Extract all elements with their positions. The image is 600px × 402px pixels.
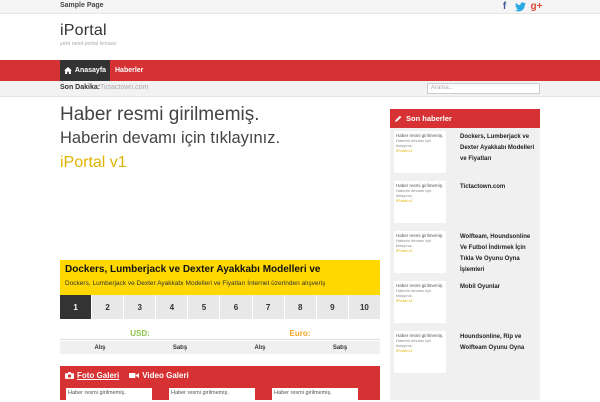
tab-video-gallery[interactable]: Video Galeri xyxy=(129,371,189,380)
featured-caption[interactable]: Dockers, Lumberjack ve Dexter Ayakkabı M… xyxy=(60,260,380,295)
sidebar-header: Son haberler xyxy=(390,109,540,128)
google-plus-icon[interactable]: g+ xyxy=(530,0,543,13)
photo-gallery-label: Foto Galeri xyxy=(77,371,120,380)
breaking-headline[interactable]: Tictactown.com xyxy=(100,84,148,91)
site-logo[interactable]: iPortal yeni nesil portal temasi xyxy=(60,22,116,47)
euro-label: Euro: xyxy=(220,327,380,340)
news-title: Mobil Oyunlar xyxy=(460,284,501,290)
usd-rates: USD: Alış Satış xyxy=(60,327,220,354)
top-bar: Sample Page f g+ xyxy=(0,0,600,14)
pencil-icon xyxy=(395,115,402,122)
usd-label: USD: xyxy=(60,327,220,340)
latest-news-sidebar: Son haberler Haber resmi girilmemiş. Habe… xyxy=(390,109,540,400)
logo-brand: iPortal xyxy=(60,22,107,39)
euro-sell-label: Satış xyxy=(332,344,348,351)
video-gallery-label: Video Galeri xyxy=(142,371,189,380)
currency-box: USD: Alış Satış Euro: Alış Satış xyxy=(60,327,380,354)
list-item[interactable]: Haber resmi girilmemiş. Haberin devamı iç… xyxy=(390,128,540,178)
hero-line-1: Haber resmi girilmemiş. xyxy=(60,104,260,125)
featured-summary: Dockers, Lumberjack ve Dexter Ayakkabı M… xyxy=(65,280,326,287)
list-item[interactable]: Haber resmi girilmemiş. Haberin devamı iç… xyxy=(390,178,540,228)
breaking-label: Son Dakika: xyxy=(60,84,101,91)
news-title: Houndsonline, Rip ve Wolfteam Oyunu Oyna xyxy=(460,334,525,351)
gallery-box: Foto Galeri Video Galeri Haber resmi gir… xyxy=(60,366,380,402)
list-item[interactable]: Haber resmi girilmemiş. Haberin devamı iç… xyxy=(390,228,540,278)
video-icon xyxy=(129,373,140,378)
pager-item[interactable]: 8 xyxy=(285,295,317,319)
news-title: Dockers, Lumberjack ve Dexter Ayakkabı M… xyxy=(460,134,535,162)
usd-sell-label: Satış xyxy=(172,344,188,351)
facebook-icon[interactable]: f xyxy=(498,0,511,13)
twitter-icon[interactable] xyxy=(514,0,527,13)
pager-item[interactable]: 5 xyxy=(188,295,221,319)
pager-item[interactable]: 6 xyxy=(220,295,253,319)
hero-slide[interactable]: Haber resmi girilmemiş. Haberin devamı i… xyxy=(60,97,380,260)
news-title: Wolfteam, Houndsonline Ve Futbol İndirme… xyxy=(460,234,531,273)
news-thumb: Haber resmi girilmemiş. Haberin devamı iç… xyxy=(394,281,446,323)
usd-buy-label: Alış xyxy=(94,344,106,351)
nav-home-label: Anasayfa xyxy=(74,67,107,74)
pager-item[interactable]: 4 xyxy=(156,295,189,319)
news-thumb: Haber resmi girilmemiş. Haberin devamı iç… xyxy=(394,231,446,273)
sample-page-link[interactable]: Sample Page xyxy=(60,2,104,9)
pager-item[interactable]: 7 xyxy=(253,295,285,319)
list-item[interactable]: Haber resmi girilmemiş. Haberin devamı iç… xyxy=(390,278,540,328)
pager-item[interactable]: 10 xyxy=(349,295,380,319)
breaking-news-bar: Son Dakika: Tictactown.com Arama... xyxy=(0,81,600,97)
nav-home[interactable]: Anasayfa xyxy=(60,60,110,81)
hero-line-3: iPortal v1 xyxy=(60,154,127,171)
nav-news[interactable]: Haberler xyxy=(115,60,143,81)
pager-item[interactable]: 3 xyxy=(124,295,157,319)
news-thumb: Haber resmi girilmemiş. Haberin devamı iç… xyxy=(394,181,446,223)
search-input[interactable]: Arama... xyxy=(427,83,540,94)
slider-pager: 1 2 3 4 5 6 7 8 9 10 xyxy=(60,295,380,319)
home-icon xyxy=(64,67,72,74)
sidebar-title: Son haberler xyxy=(406,114,452,123)
logo-tagline: yeni nesil portal temasi xyxy=(60,41,116,47)
news-thumb: Haber resmi girilmemiş. Haberin devamı iç… xyxy=(394,131,446,173)
pager-item[interactable]: 1 xyxy=(60,295,93,319)
list-item[interactable]: Haber resmi girilmemiş. Haberin devamı iç… xyxy=(390,328,540,378)
euro-buy-label: Alış xyxy=(254,344,266,351)
hero-line-2: Haberin devamı için tıklayınız. xyxy=(60,129,281,147)
main-nav: Anasayfa Haberler xyxy=(0,60,600,81)
camera-icon xyxy=(65,372,74,379)
pager-item[interactable]: 2 xyxy=(92,295,125,319)
news-thumb: Haber resmi girilmemiş. Haberin devamı iç… xyxy=(394,331,446,373)
pager-item[interactable]: 9 xyxy=(317,295,349,319)
social-links: f g+ xyxy=(498,0,543,13)
news-title: Tictactown.com xyxy=(460,184,506,190)
tab-photo-gallery[interactable]: Foto Galeri xyxy=(65,371,119,380)
euro-rates: Euro: Alış Satış xyxy=(220,327,380,354)
featured-title: Dockers, Lumberjack ve Dexter Ayakkabı M… xyxy=(65,264,321,275)
